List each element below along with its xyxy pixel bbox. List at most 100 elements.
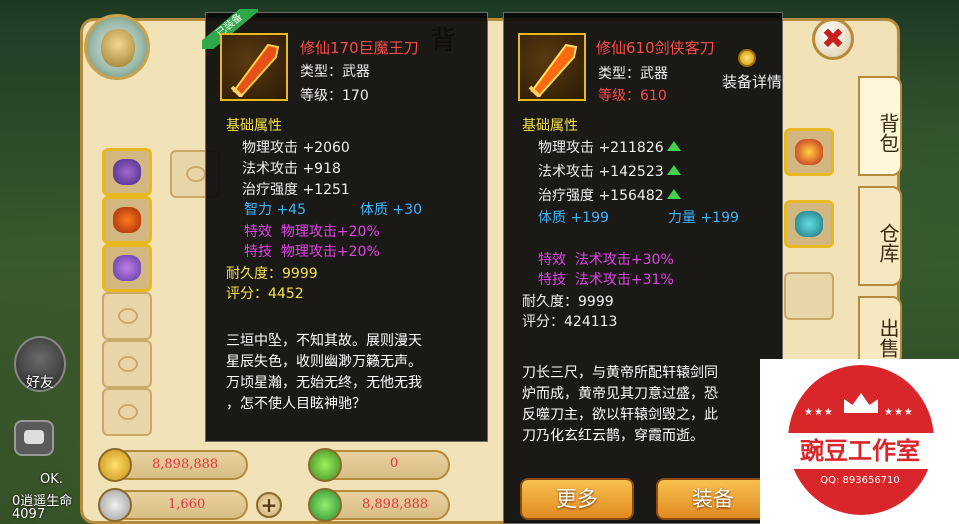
watermark-qq: QQ: 893656710: [820, 475, 900, 486]
stat-row: 治疗强度 +1251: [242, 179, 350, 199]
stars-decoration: ★★★: [884, 407, 914, 418]
watermark-title: 豌豆工作室: [766, 433, 954, 469]
medal-icon: [738, 49, 756, 67]
skill-value: 物理攻击+20%: [280, 244, 380, 260]
stat-value: +918: [302, 161, 341, 177]
add-currency-button[interactable]: +: [256, 492, 282, 518]
stat-row: 物理攻击 +2060: [242, 137, 350, 157]
stat-value: +156482: [598, 188, 664, 204]
tab-bag[interactable]: 背包: [858, 76, 902, 176]
empty-slot-icon: [186, 166, 206, 182]
base-attr-header: 基础属性: [522, 118, 578, 134]
skill-value: 法术攻击+31%: [574, 272, 674, 288]
empty-slot-icon: [118, 404, 138, 420]
item-description-line: 三垣中坠，不知其故。展则漫天: [226, 333, 422, 349]
equip-button[interactable]: 装备: [656, 478, 770, 520]
extra-stat-value: +45: [276, 202, 306, 218]
extra-stat-label: 体质: [360, 202, 388, 218]
player-avatar[interactable]: [84, 14, 150, 80]
item-level: 等级：170: [300, 88, 369, 104]
helmet-icon: [113, 159, 141, 185]
item-description-line: 刀乃化玄红云鹊，穿霞而逝。: [522, 428, 704, 444]
durability: 耐久度：9999: [226, 266, 318, 282]
gold-coin-icon: [98, 448, 132, 482]
stat-label: 法术攻击: [538, 164, 594, 180]
stat-label: 法术攻击: [242, 161, 298, 177]
bag-item-slot[interactable]: [784, 272, 834, 320]
stat-value: +142523: [598, 164, 664, 180]
equip-slot-empty[interactable]: [102, 292, 152, 340]
jade-icon: [308, 448, 342, 482]
stat-row: 治疗强度 +156482: [538, 185, 681, 205]
extra-stat-label: 力量: [668, 210, 696, 226]
chat-icon[interactable]: [14, 420, 54, 456]
staff-icon: [795, 211, 823, 237]
item-level: 等级：610: [598, 88, 667, 104]
extra-stat-value: +199: [700, 210, 739, 226]
equip-detail-link[interactable]: 装备详情: [722, 71, 782, 92]
up-arrow-icon: [666, 141, 681, 151]
item-icon-frame: [518, 33, 586, 101]
stat-value: +1251: [302, 182, 350, 198]
stat-label: 治疗强度: [538, 188, 594, 204]
gold-amount: 8,898,888: [152, 457, 219, 472]
silver-coin-icon: [98, 488, 132, 522]
extra-stat-label: 智力: [244, 202, 272, 218]
item-icon-frame: [220, 33, 288, 101]
effect-label: 特效: [538, 252, 566, 268]
up-arrow-icon: [666, 189, 681, 199]
chat-log-line: OK.: [40, 472, 63, 487]
equip-slot-weapon[interactable]: [102, 196, 152, 244]
bag-item-slot[interactable]: [784, 128, 834, 176]
effect-row: 特效 物理攻击+20%: [244, 221, 380, 241]
equip-slot-empty[interactable]: [102, 340, 152, 388]
weapon-icon: [113, 207, 141, 233]
chat-log-line: 4097: [12, 507, 46, 522]
stat-label: 物理攻击: [242, 140, 298, 156]
tab-storage[interactable]: 仓库: [858, 186, 902, 286]
item-description-line: 刀长三尺，与黄帝所配轩辕剑同: [522, 365, 718, 381]
item-description-line: 星辰失色，收则幽渺万籁无声。: [226, 354, 422, 370]
bag-item-slot[interactable]: [784, 200, 834, 248]
score: 评分：424113: [522, 314, 618, 330]
close-button[interactable]: ✖: [812, 18, 854, 60]
friend-label: 好友: [26, 375, 54, 391]
effect-label: 特效: [244, 224, 272, 240]
effect-value: 法术攻击+30%: [574, 252, 674, 268]
skill-row: 特技 法术攻击+31%: [538, 269, 674, 289]
equip-slot-empty[interactable]: [102, 388, 152, 436]
base-attr-header: 基础属性: [226, 118, 282, 134]
more-button[interactable]: 更多: [520, 478, 634, 520]
energy-amount: 8,898,888: [362, 497, 429, 512]
item-description-line: 炉而成，黄帝见其刀意过盛，恐: [522, 386, 718, 402]
silver-amount: 1,660: [168, 497, 206, 512]
skill-row: 特技 物理攻击+20%: [244, 241, 380, 261]
tab-sell[interactable]: 出售: [858, 296, 902, 366]
durability: 耐久度：9999: [522, 294, 614, 310]
skill-label: 特技: [538, 272, 566, 288]
item-description-line: ，怎不使人目眩神驰？: [226, 396, 366, 412]
extra-stat-label: 体质: [538, 210, 566, 226]
energy-icon: [308, 488, 342, 522]
stat-label: 物理攻击: [538, 140, 594, 156]
stat-row: 物理攻击 +211826: [538, 137, 681, 157]
extra-stat: 力量 +199: [668, 207, 739, 227]
stat-row: 法术攻击 +918: [242, 158, 341, 178]
item-type: 类型：武器: [598, 66, 668, 82]
equip-slot-helmet[interactable]: [102, 148, 152, 196]
item-description-line: 反噬刀主，欲以轩辕剑毁之，此: [522, 407, 718, 423]
studio-watermark: ★★★ ★★★ 豌豆工作室 QQ: 893656710: [760, 359, 959, 524]
skill-label: 特技: [244, 244, 272, 260]
jade-amount: 0: [390, 456, 399, 471]
stat-value: +211826: [598, 140, 664, 156]
score: 评分：4452: [226, 286, 304, 302]
equip-slot-armor[interactable]: [102, 244, 152, 292]
item-name: 修仙170巨魔王刀: [300, 39, 419, 57]
empty-slot-icon: [118, 308, 138, 324]
extra-stat-value: +30: [392, 202, 422, 218]
item-name: 修仙610剑侠客刀: [596, 39, 715, 57]
extra-stat: 体质 +199: [538, 207, 609, 227]
stat-row: 法术攻击 +142523: [538, 161, 681, 181]
equipped-item-tooltip: 已装备 修仙170巨魔王刀 类型：武器 等级：170 基础属性 物理攻击 +20…: [202, 9, 488, 442]
up-arrow-icon: [666, 165, 681, 175]
